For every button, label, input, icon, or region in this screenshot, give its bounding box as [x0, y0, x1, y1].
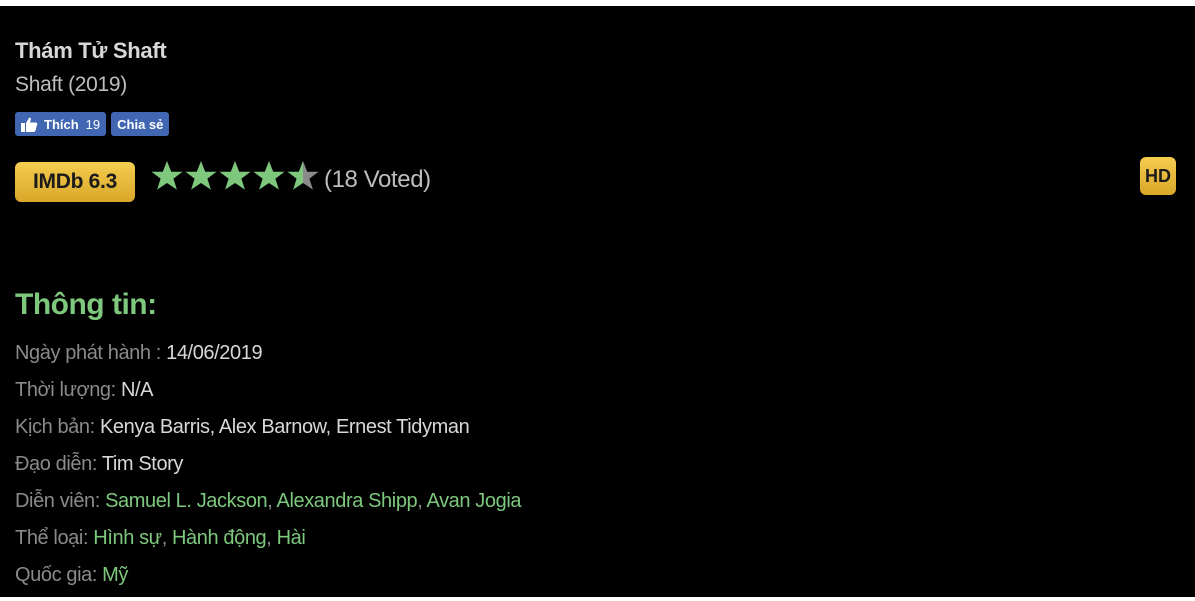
thumbs-up-icon: [21, 117, 38, 132]
star-icon[interactable]: [150, 159, 184, 193]
director-row: Đạo diễn: Tim Story: [15, 453, 521, 490]
movie-info-panel: Thám Tử Shaft Shaft (2019) Thích 19 Chia…: [0, 6, 1195, 597]
facebook-share-button[interactable]: Chia sẻ: [111, 112, 170, 136]
cast-link[interactable]: Samuel L. Jackson: [105, 490, 268, 512]
writers-row: Kịch bản: Kenya Barris, Alex Barnow, Ern…: [15, 416, 521, 453]
director-value: Tim Story: [101, 453, 184, 475]
release-date-label: Ngày phát hành :: [15, 342, 167, 364]
genre-link[interactable]: Hài: [277, 527, 306, 549]
cast-row: Diễn viên: Samuel L. Jackson, Alexandra …: [15, 490, 522, 512]
release-date-value: 14/06/2019: [166, 342, 263, 364]
genre-link[interactable]: Hình sự: [93, 527, 162, 549]
like-count: 19: [85, 116, 101, 132]
star-icon[interactable]: [218, 159, 252, 193]
movie-title: Thám Tử Shaft: [15, 38, 167, 63]
country-label: Quốc gia:: [15, 564, 103, 586]
vote-count: (18 Voted): [324, 166, 431, 193]
social-buttons: Thích 19 Chia sẻ: [15, 112, 170, 136]
imdb-rating-badge: IMDb 6.3: [15, 162, 135, 202]
genre-label: Thể loại:: [15, 527, 94, 549]
like-label: Thích: [44, 116, 79, 132]
genre-row: Thể loại: Hình sự, Hành động, Hài: [15, 527, 306, 549]
star-icon[interactable]: [184, 159, 218, 193]
release-date-row: Ngày phát hành : 14/06/2019: [15, 342, 521, 379]
facebook-like-button[interactable]: Thích 19: [15, 112, 107, 136]
duration-row: Thời lượng: N/A: [15, 379, 521, 416]
movie-original-title: Shaft (2019): [15, 73, 127, 96]
genre-link[interactable]: Hành động: [172, 527, 267, 549]
cast-label: Diễn viên:: [15, 490, 106, 512]
director-label: Đạo diễn:: [15, 453, 102, 475]
star-rating[interactable]: [150, 159, 320, 193]
duration-label: Thời lượng:: [15, 379, 121, 401]
cast-link[interactable]: Avan Jogia: [427, 490, 522, 512]
info-heading: Thông tin:: [15, 288, 157, 321]
country-row: Quốc gia: Mỹ: [15, 564, 521, 601]
duration-value: N/A: [120, 379, 154, 401]
cast-link[interactable]: Alexandra Shipp: [277, 490, 418, 512]
quality-badge: HD: [1140, 157, 1176, 195]
country-link[interactable]: Mỹ: [102, 564, 128, 586]
writers-value: Kenya Barris, Alex Barnow, Ernest Tidyma…: [99, 416, 470, 438]
star-icon[interactable]: [252, 159, 286, 193]
writers-label: Kịch bản:: [15, 416, 100, 438]
share-label: Chia sẻ: [117, 116, 164, 132]
info-list: Ngày phát hành : 14/06/2019 Thời lượng: …: [15, 342, 522, 601]
star-icon[interactable]: [286, 159, 320, 193]
